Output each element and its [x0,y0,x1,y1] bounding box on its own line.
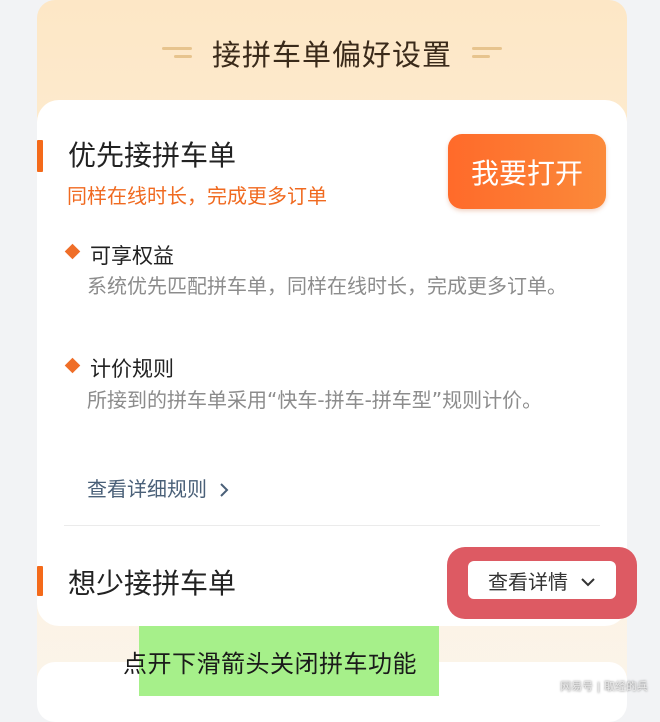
enable-priority-button[interactable]: 我要打开 [448,134,606,209]
header-decoration-left [158,47,192,59]
section-divider [64,525,600,526]
pricing-description: 所接到的拼车单采用“快车-拼车-拼车型”规则计价。 [87,388,543,412]
page-header: 接拼车单偏好设置 [37,28,627,78]
view-rules-label: 查看详细规则 [87,477,207,501]
view-details-button[interactable]: 查看详情 [468,561,616,599]
pricing-title: 计价规则 [90,357,174,381]
chevron-right-icon [219,479,229,503]
benefit-description: 系统优先匹配拼车单，同样在线时长，完成更多订单。 [87,274,567,298]
section-accent-bar [37,566,43,596]
benefit-title: 可享权益 [90,244,174,268]
priority-section-title: 优先接拼车单 [68,139,237,172]
chevron-down-icon [580,568,596,592]
view-details-label: 查看详情 [488,569,568,594]
annotation-caption: 点开下滑箭头关闭拼车功能 [123,650,417,678]
priority-section-subtitle: 同样在线时长，完成更多订单 [67,184,327,208]
page-title: 接拼车单偏好设置 [211,38,452,72]
header-decoration-right [472,47,506,59]
watermark: 网易号 | 取经的兵 [560,680,648,693]
section-accent-bar [37,140,43,172]
view-rules-link[interactable]: 查看详细规则 [87,473,229,503]
less-section-title: 想少接拼车单 [68,567,237,600]
